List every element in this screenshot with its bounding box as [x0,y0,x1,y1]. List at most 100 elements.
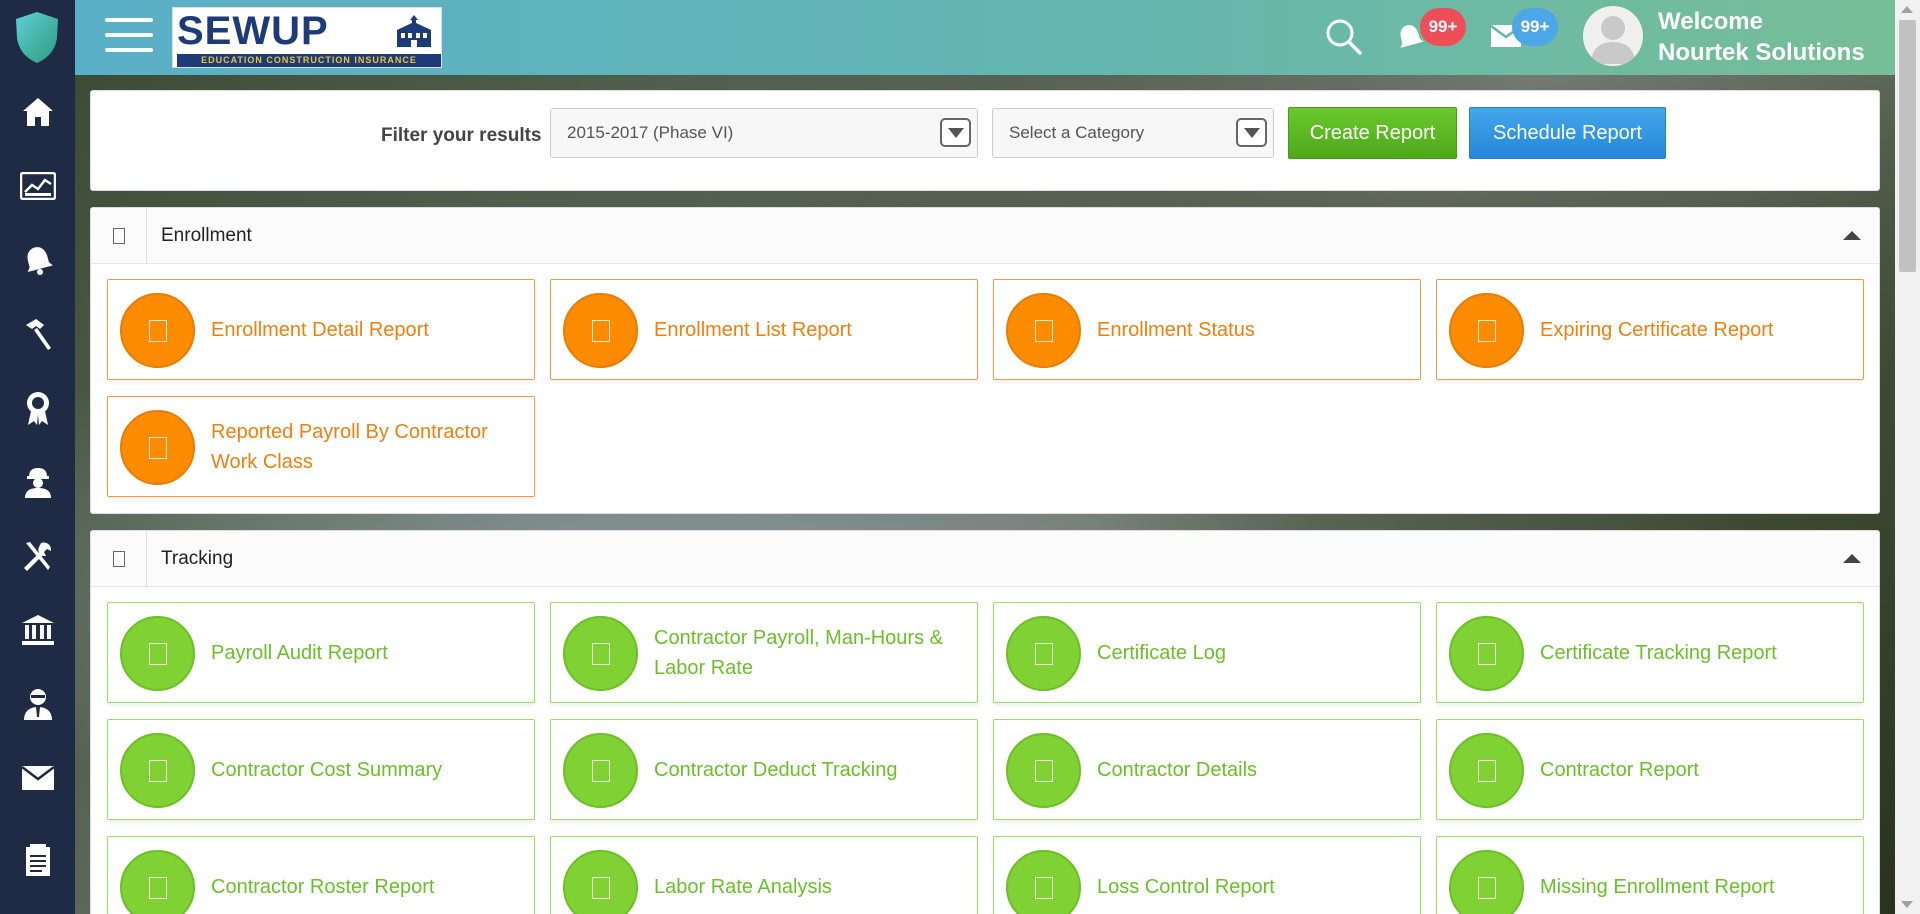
report-card[interactable]: Expiring Certificate Report [1436,279,1864,380]
section-tracking: Tracking Payroll Audit Report Contractor… [90,530,1880,914]
report-card-label: Expiring Certificate Report [1540,318,1774,341]
report-card-label: Contractor Cost Summary [211,758,443,781]
report-card-label: Certificate Tracking Report [1540,641,1777,664]
user-profile-icon [22,687,54,726]
chevron-down-icon[interactable] [940,118,971,147]
sidebar-item-alerts[interactable] [0,226,75,298]
report-icon [120,733,195,808]
report-card-label: Reported Payroll By Contractor Work Clas… [211,420,488,473]
page-scrollbar[interactable] [1895,0,1920,914]
sidebar-item-certificates[interactable] [0,374,75,446]
phase-select[interactable]: 2015-2017 (Phase VI) [550,108,978,158]
schedule-report-button[interactable]: Schedule Report [1469,107,1666,159]
collapse-arrow-icon[interactable] [1843,554,1861,563]
section-header: Enrollment [91,208,1879,264]
report-icon [1006,733,1081,808]
report-card[interactable]: Loss Control Report [993,836,1421,914]
report-icon [120,410,195,485]
brand-logo[interactable]: SEWUP EDUCATION CONSTRUCTION INSURANCE [172,7,442,68]
user-name: Nourtek Solutions [1658,39,1865,66]
scroll-up-arrow-icon[interactable] [1901,6,1913,13]
sidebar-item-dashboard[interactable] [0,152,75,224]
worker-icon [21,465,55,504]
sidebar [0,0,75,914]
category-select-value: Select a Category [1009,123,1145,142]
scroll-thumb[interactable] [1899,20,1916,272]
report-card[interactable]: Contractor Roster Report [107,836,535,914]
report-card[interactable]: Reported Payroll By Contractor Work Clas… [107,396,535,497]
sidebar-item-users[interactable] [0,670,75,742]
report-icon [563,293,638,368]
welcome-text[interactable]: Welcome Nourtek Solutions [1658,6,1865,68]
report-icon [1449,850,1524,914]
sidebar-item-documents[interactable] [0,826,75,898]
report-card[interactable]: Missing Enrollment Report [1436,836,1864,914]
hamburger-menu-icon[interactable] [105,18,153,56]
search-icon[interactable] [1325,18,1363,61]
tools-icon [21,539,55,578]
report-card-label: Enrollment Detail Report [211,318,429,341]
section-title: Enrollment [161,225,252,246]
report-card-label: Certificate Log [1097,641,1226,664]
messages-badge: 99+ [1512,8,1558,46]
top-bar: SEWUP EDUCATION CONSTRUCTION INSURANCE 9… [75,0,1920,75]
report-card[interactable]: Certificate Log [993,602,1421,703]
create-report-button[interactable]: Create Report [1288,107,1457,159]
sidebar-item-finance[interactable] [0,596,75,668]
phase-select-value: 2015-2017 (Phase VI) [567,123,734,142]
welcome-label: Welcome [1658,8,1763,35]
report-card[interactable]: Contractor Payroll, Man-Hours & Labor Ra… [550,602,978,703]
report-card[interactable]: Enrollment List Report [550,279,978,380]
scroll-down-arrow-icon[interactable] [1901,901,1913,908]
report-icon [563,850,638,914]
report-icon [563,616,638,691]
report-card[interactable]: Labor Rate Analysis [550,836,978,914]
report-card[interactable]: Contractor Report [1436,719,1864,820]
shield-logo-icon[interactable] [10,9,64,65]
report-card[interactable]: Certificate Tracking Report [1436,602,1864,703]
report-card-label: Contractor Payroll, Man-Hours & Labor Ra… [654,626,943,679]
report-card[interactable]: Contractor Cost Summary [107,719,535,820]
report-card[interactable]: Contractor Details [993,719,1421,820]
report-card-label: Contractor Report [1540,758,1699,781]
mail-icon [20,765,55,796]
section-checkbox[interactable] [91,531,147,587]
dashboard-chart-icon [19,171,56,205]
bell-icon [22,244,54,281]
report-card[interactable]: Payroll Audit Report [107,602,535,703]
sidebar-item-tools[interactable] [0,522,75,594]
report-card-label: Enrollment Status [1097,318,1255,341]
report-card-label: Missing Enrollment Report [1540,875,1775,898]
report-icon [1449,616,1524,691]
user-avatar[interactable] [1583,6,1643,66]
report-icon [1006,616,1081,691]
report-card-label: Labor Rate Analysis [654,875,832,898]
report-card[interactable]: Enrollment Detail Report [107,279,535,380]
section-checkbox[interactable] [91,208,147,264]
category-select[interactable]: Select a Category [992,108,1274,158]
section-title: Tracking [161,548,234,569]
chevron-down-icon[interactable] [1236,118,1267,147]
report-card-label: Payroll Audit Report [211,641,388,664]
report-card-label: Contractor Roster Report [211,875,435,898]
filter-label: Filter your results [381,125,542,146]
report-card-label: Contractor Deduct Tracking [654,758,898,781]
sidebar-item-mail[interactable] [0,744,75,816]
report-icon [1006,850,1081,914]
bank-icon [21,614,55,651]
report-icon [120,293,195,368]
brand-tagline: EDUCATION CONSTRUCTION INSURANCE [177,54,441,67]
filter-panel: Filter your results 2015-2017 (Phase VI)… [90,90,1880,191]
report-card-label: Contractor Details [1097,758,1258,781]
report-card[interactable]: Contractor Deduct Tracking [550,719,978,820]
sidebar-item-workers[interactable] [0,448,75,520]
award-ribbon-icon [24,390,52,431]
document-icon [24,843,52,882]
report-card[interactable]: Enrollment Status [993,279,1421,380]
section-header: Tracking [91,531,1879,587]
sidebar-item-home[interactable] [0,78,75,150]
report-icon [1449,293,1524,368]
collapse-arrow-icon[interactable] [1843,231,1861,240]
report-icon [120,616,195,691]
sidebar-item-construction[interactable] [0,300,75,372]
